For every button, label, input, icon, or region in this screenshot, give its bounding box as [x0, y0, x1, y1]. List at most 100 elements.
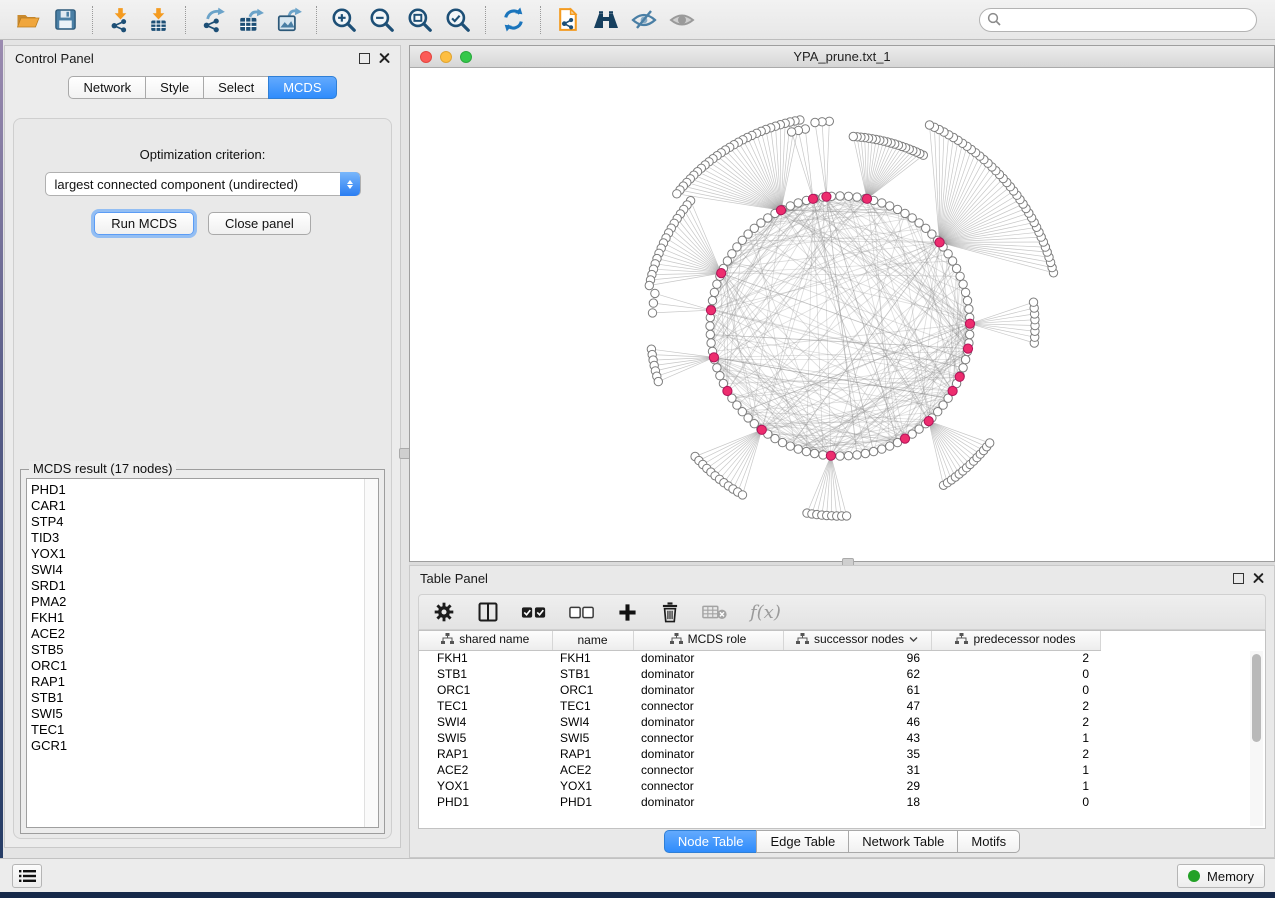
- toolbar-separator: [540, 6, 541, 34]
- table-cell: dominator: [633, 714, 783, 730]
- table-cell: 29: [783, 778, 931, 794]
- mcds-result-item[interactable]: FKH1: [31, 610, 378, 626]
- table-row[interactable]: STB1STB1dominator620: [419, 666, 1100, 682]
- search-network-button[interactable]: [587, 3, 625, 37]
- unselect-all-columns-button[interactable]: [569, 603, 595, 621]
- tab-network[interactable]: Network: [68, 76, 145, 99]
- mcds-result-item[interactable]: STB5: [31, 642, 378, 658]
- export-table-button[interactable]: [232, 3, 270, 37]
- table-cell: 46: [783, 714, 931, 730]
- table-row[interactable]: FKH1FKH1dominator962: [419, 650, 1100, 666]
- column-header-predecessor-nodes[interactable]: predecessor nodes: [931, 631, 1100, 650]
- column-header-MCDS-role[interactable]: MCDS role: [633, 631, 783, 650]
- tab-node-table[interactable]: Node Table: [664, 830, 757, 853]
- table-scrollbar[interactable]: [1250, 651, 1263, 826]
- create-column-button[interactable]: [617, 602, 638, 623]
- close-panel-button[interactable]: Close panel: [208, 212, 311, 235]
- network-canvas[interactable]: [410, 68, 1274, 561]
- mcds-result-item[interactable]: PMA2: [31, 594, 378, 610]
- eye-icon: [668, 7, 696, 33]
- table-row[interactable]: ACE2ACE2connector311: [419, 762, 1100, 778]
- desktop-edge-bottom: [0, 892, 1275, 898]
- close-panel-icon[interactable]: [1253, 573, 1264, 584]
- refresh-icon: [500, 6, 527, 33]
- table-row[interactable]: TEC1TEC1connector472: [419, 698, 1100, 714]
- mcds-result-item[interactable]: SWI4: [31, 562, 378, 578]
- mcds-result-list[interactable]: PHD1CAR1STP4TID3YOX1SWI4SRD1PMA2FKH1ACE2…: [26, 478, 379, 828]
- tab-motifs[interactable]: Motifs: [957, 830, 1020, 853]
- mcds-result-item[interactable]: ACE2: [31, 626, 378, 642]
- mcds-result-item[interactable]: STP4: [31, 514, 378, 530]
- table-settings-button[interactable]: [433, 601, 455, 623]
- zoom-fit-button[interactable]: [401, 3, 439, 37]
- table-cell: dominator: [633, 682, 783, 698]
- optimization-criterion-select[interactable]: largest connected component (undirected): [45, 172, 361, 196]
- export-image-button[interactable]: [270, 3, 308, 37]
- mcds-result-item[interactable]: GCR1: [31, 738, 378, 754]
- column-header-shared-name[interactable]: shared name: [419, 631, 552, 650]
- hierarchy-icon: [441, 633, 454, 645]
- export-table-icon: [237, 6, 265, 34]
- refresh-button[interactable]: [494, 3, 532, 37]
- close-panel-icon[interactable]: [379, 53, 390, 64]
- node-table[interactable]: shared namename MCDS role successor nodesp…: [419, 631, 1101, 810]
- mcds-result-item[interactable]: YOX1: [31, 546, 378, 562]
- function-builder-button[interactable]: f(x): [750, 602, 781, 623]
- column-header-name[interactable]: name: [552, 631, 633, 650]
- column-header-successor-nodes[interactable]: successor nodes: [783, 631, 931, 650]
- table-cell: RAP1: [419, 746, 552, 762]
- show-graphics-details-button[interactable]: [663, 3, 701, 37]
- table-cell: connector: [633, 698, 783, 714]
- table-row[interactable]: PHD1PHD1dominator180: [419, 794, 1100, 810]
- mcds-result-item[interactable]: SRD1: [31, 578, 378, 594]
- delete-column-button[interactable]: [660, 601, 680, 623]
- mcds-result-item[interactable]: TID3: [31, 530, 378, 546]
- new-network-from-selection-button[interactable]: [549, 3, 587, 37]
- table-row[interactable]: SWI4SWI4dominator462: [419, 714, 1100, 730]
- table-scrollbar-thumb[interactable]: [1252, 654, 1261, 742]
- memory-button[interactable]: Memory: [1177, 864, 1265, 888]
- open-file-button[interactable]: [8, 3, 46, 37]
- tab-style[interactable]: Style: [145, 76, 203, 99]
- mcds-result-item[interactable]: STB1: [31, 690, 378, 706]
- float-panel-icon[interactable]: [1233, 573, 1244, 584]
- import-table-button[interactable]: [139, 3, 177, 37]
- table-row[interactable]: ORC1ORC1dominator610: [419, 682, 1100, 698]
- table-row[interactable]: YOX1YOX1connector291: [419, 778, 1100, 794]
- binoculars-icon: [591, 7, 621, 33]
- show-panels-menu-button[interactable]: [12, 864, 42, 888]
- column-header-label: MCDS role: [688, 632, 747, 646]
- float-panel-icon[interactable]: [359, 53, 370, 64]
- tab-mcds[interactable]: MCDS: [268, 76, 336, 99]
- mcds-result-item[interactable]: RAP1: [31, 674, 378, 690]
- table-cell: YOX1: [419, 778, 552, 794]
- zoom-in-button[interactable]: [325, 3, 363, 37]
- zoom-out-button[interactable]: [363, 3, 401, 37]
- table-cell: 35: [783, 746, 931, 762]
- network-window-titlebar[interactable]: YPA_prune.txt_1: [410, 46, 1274, 68]
- mcds-result-item[interactable]: CAR1: [31, 498, 378, 514]
- mcds-result-item[interactable]: TEC1: [31, 722, 378, 738]
- delete-table-button[interactable]: [702, 603, 728, 621]
- table-panel: Table Panel f(x) shared namenameMCDS rol…: [409, 565, 1275, 858]
- table-row[interactable]: SWI5SWI5connector431: [419, 730, 1100, 746]
- mcds-list-scrollbar[interactable]: [364, 479, 378, 827]
- export-network-button[interactable]: [194, 3, 232, 37]
- import-network-button[interactable]: [101, 3, 139, 37]
- zoom-selected-button[interactable]: [439, 3, 477, 37]
- select-all-columns-button[interactable]: [521, 603, 547, 621]
- show-column-panel-button[interactable]: [477, 601, 499, 623]
- mcds-result-item[interactable]: PHD1: [31, 482, 378, 498]
- hide-graphics-details-button[interactable]: [625, 3, 663, 37]
- mcds-result-item[interactable]: SWI5: [31, 706, 378, 722]
- tab-edge-table[interactable]: Edge Table: [756, 830, 848, 853]
- search-input[interactable]: [979, 8, 1257, 32]
- table-row[interactable]: RAP1RAP1dominator352: [419, 746, 1100, 762]
- save-session-button[interactable]: [46, 3, 84, 37]
- vertical-splitter[interactable]: [402, 45, 409, 848]
- tab-select[interactable]: Select: [203, 76, 268, 99]
- toolbar-search: [979, 8, 1257, 32]
- tab-network-table[interactable]: Network Table: [848, 830, 957, 853]
- run-mcds-button[interactable]: Run MCDS: [94, 212, 194, 235]
- mcds-result-item[interactable]: ORC1: [31, 658, 378, 674]
